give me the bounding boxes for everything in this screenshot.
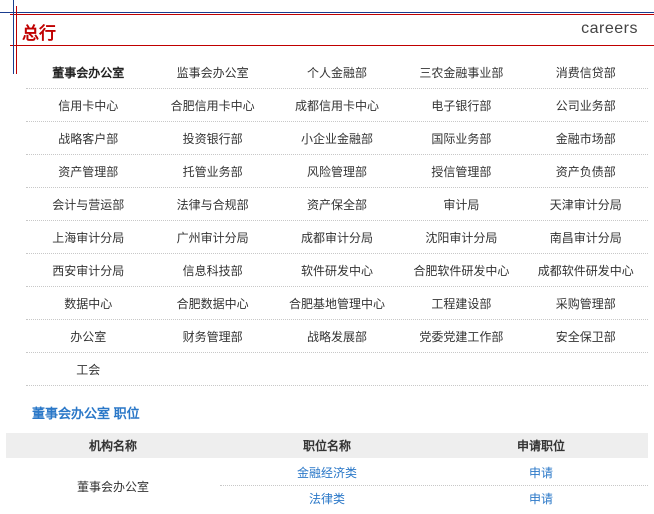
header-rule-bottom — [10, 45, 654, 46]
department-link[interactable]: 投资银行部 — [150, 130, 274, 147]
department-row: 会计与营运部 法律与合规部 资产保全部 审计局 天津审计分局 — [26, 188, 648, 221]
department-link[interactable]: 成都软件研发中心 — [524, 262, 648, 279]
department-link[interactable]: 战略客户部 — [26, 130, 150, 147]
department-row: 办公室 财务管理部 战略发展部 党委党建工作部 安全保卫部 — [26, 320, 648, 353]
org-name-cell: 董事会办公室 — [76, 479, 149, 494]
department-link[interactable]: 国际业务部 — [399, 130, 523, 147]
department-link[interactable]: 安全保卫部 — [524, 328, 648, 345]
department-row: 资产管理部 托管业务部 风险管理部 授信管理部 资产负债部 — [26, 155, 648, 188]
department-link[interactable]: 成都信用卡中心 — [275, 97, 399, 114]
position-link[interactable]: 法律类 — [220, 490, 434, 507]
department-link[interactable]: 沈阳审计分局 — [399, 229, 523, 246]
column-header-apply: 申请职位 — [516, 439, 565, 453]
department-row: 战略客户部 投资银行部 小企业金融部 国际业务部 金融市场部 — [26, 122, 648, 155]
department-link[interactable]: 三农金融事业部 — [399, 64, 523, 81]
department-link[interactable]: 软件研发中心 — [275, 262, 399, 279]
department-link[interactable]: 信用卡中心 — [26, 97, 150, 114]
page-subtitle: careers — [581, 20, 638, 37]
department-link[interactable]: 成都审计分局 — [275, 229, 399, 246]
department-link[interactable]: 董事会办公室 — [26, 64, 150, 81]
table-body: 董事会办公室 金融经济类 申请 法律类 申请 — [6, 458, 648, 514]
department-link[interactable]: 战略发展部 — [275, 328, 399, 345]
position-link[interactable]: 金融经济类 — [220, 464, 434, 481]
department-link[interactable]: 消费信贷部 — [524, 64, 648, 81]
department-link[interactable]: 财务管理部 — [150, 328, 274, 345]
department-link[interactable]: 公司业务部 — [524, 97, 648, 114]
header-rule-red — [10, 14, 654, 15]
header-corner-red — [16, 6, 17, 74]
department-link[interactable]: 工会 — [26, 361, 150, 378]
department-link[interactable]: 资产保全部 — [275, 196, 399, 213]
table-row: 法律类 申请 — [220, 486, 648, 511]
department-row: 数据中心 合肥数据中心 合肥基地管理中心 工程建设部 采购管理部 — [26, 287, 648, 320]
department-link[interactable]: 广州审计分局 — [150, 229, 274, 246]
department-link[interactable]: 信息科技部 — [150, 262, 274, 279]
department-link[interactable]: 小企业金融部 — [275, 130, 399, 147]
table-header: 机构名称 职位名称 申请职位 — [6, 433, 648, 458]
header-corner-blue — [13, 0, 14, 74]
column-header-position: 职位名称 — [302, 439, 351, 453]
department-grid: 董事会办公室 监事会办公室 个人金融部 三农金融事业部 消费信贷部 信用卡中心 合肥信用卡中… — [26, 56, 648, 386]
department-link[interactable]: 工程建设部 — [399, 295, 523, 312]
department-link[interactable]: 数据中心 — [26, 295, 150, 312]
column-header-org: 机构名称 — [88, 439, 137, 453]
department-link[interactable]: 党委党建工作部 — [399, 328, 523, 345]
apply-link[interactable]: 申请 — [434, 490, 648, 507]
positions-table: 机构名称 职位名称 申请职位 董事会办公室 金融经济类 申请 法律类 申请 — [6, 433, 648, 514]
department-link[interactable]: 资产管理部 — [26, 163, 150, 180]
department-link[interactable]: 授信管理部 — [399, 163, 523, 180]
department-link[interactable]: 法律与合规部 — [150, 196, 274, 213]
positions-section-title: 董事会办公室 职位 — [32, 406, 140, 421]
department-link[interactable]: 合肥信用卡中心 — [150, 97, 274, 114]
department-row: 工会 — [26, 353, 648, 386]
department-row: 信用卡中心 合肥信用卡中心 成都信用卡中心 电子银行部 公司业务部 — [26, 89, 648, 122]
department-row: 西安审计分局 信息科技部 软件研发中心 合肥软件研发中心 成都软件研发中心 — [26, 254, 648, 287]
department-link[interactable]: 电子银行部 — [399, 97, 523, 114]
department-link[interactable]: 审计局 — [399, 196, 523, 213]
department-link[interactable]: 合肥基地管理中心 — [275, 295, 399, 312]
department-link[interactable]: 天津审计分局 — [524, 196, 648, 213]
department-link[interactable]: 上海审计分局 — [26, 229, 150, 246]
department-link[interactable]: 西安审计分局 — [26, 262, 150, 279]
page-title: 总行 — [22, 24, 56, 43]
department-link[interactable]: 合肥数据中心 — [150, 295, 274, 312]
department-link[interactable]: 金融市场部 — [524, 130, 648, 147]
department-link[interactable]: 监事会办公室 — [150, 64, 274, 81]
department-link[interactable]: 合肥软件研发中心 — [399, 262, 523, 279]
department-link[interactable]: 南昌审计分局 — [524, 229, 648, 246]
header-rule-blue — [0, 12, 654, 13]
department-link[interactable]: 托管业务部 — [150, 163, 274, 180]
department-link[interactable]: 个人金融部 — [275, 64, 399, 81]
department-link[interactable]: 采购管理部 — [524, 295, 648, 312]
department-link[interactable]: 资产负债部 — [524, 163, 648, 180]
apply-link[interactable]: 申请 — [434, 464, 648, 481]
department-row: 董事会办公室 监事会办公室 个人金融部 三农金融事业部 消费信贷部 — [26, 56, 648, 89]
department-link[interactable]: 会计与营运部 — [26, 196, 150, 213]
table-row: 金融经济类 申请 — [220, 460, 648, 486]
department-link[interactable]: 风险管理部 — [275, 163, 399, 180]
department-link[interactable]: 办公室 — [26, 328, 150, 345]
department-row: 上海审计分局 广州审计分局 成都审计分局 沈阳审计分局 南昌审计分局 — [26, 221, 648, 254]
